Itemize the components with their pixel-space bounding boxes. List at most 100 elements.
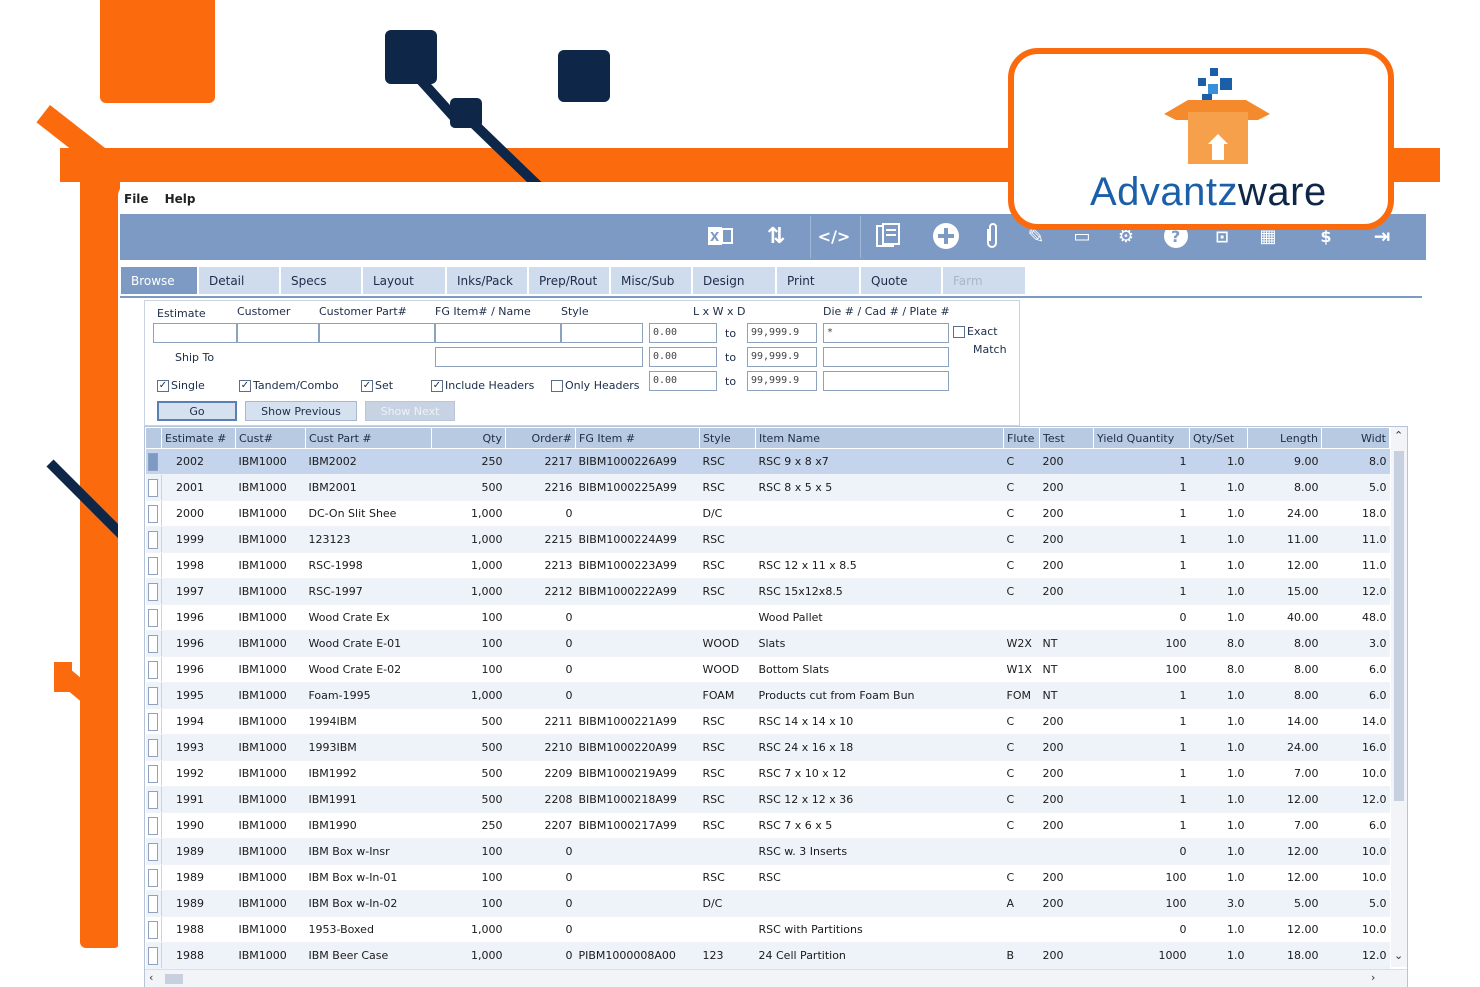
scroll-up-icon[interactable]: ⌃ <box>1394 429 1403 442</box>
customer-part-input[interactable] <box>319 323 435 343</box>
row-selector[interactable] <box>145 656 162 683</box>
go-button[interactable]: Go <box>157 401 237 421</box>
row-selector[interactable] <box>145 708 162 735</box>
cad-input[interactable] <box>823 347 949 367</box>
row-selector[interactable] <box>145 786 162 813</box>
table-row[interactable]: 1989 IBM1000 IBM Box w-Insr 100 0 RSC w. 3 In… <box>145 838 1390 865</box>
col-order[interactable]: Order# <box>505 427 576 449</box>
table-row[interactable]: 1999 IBM1000 123123 1,000 2215 BIBM1000224A99… <box>145 526 1390 553</box>
table-row[interactable]: 1996 IBM1000 Wood Crate E-01 100 0 WOOD Slats W… <box>145 630 1390 657</box>
tab-layout[interactable]: Layout <box>362 266 446 294</box>
scroll-right-icon[interactable]: › <box>1371 971 1375 984</box>
row-selector[interactable] <box>145 526 162 553</box>
tab-print[interactable]: Print <box>776 266 860 294</box>
customer-input[interactable] <box>237 323 319 343</box>
row-selector[interactable] <box>145 474 162 501</box>
table-row[interactable]: 1990 IBM1000 IBM1990 250 2207 BIBM1000217A99 R… <box>145 812 1390 839</box>
row-selector[interactable] <box>145 578 162 605</box>
table-row[interactable]: 1991 IBM1000 IBM1991 500 2208 BIBM1000218A99 R… <box>145 786 1390 813</box>
col-flute[interactable]: Flute <box>1003 427 1040 449</box>
tab-specs[interactable]: Specs <box>280 266 362 294</box>
menu-help[interactable]: Help <box>165 192 196 206</box>
single-checkbox[interactable]: ✓ Single <box>157 379 205 392</box>
col-fg-item[interactable]: FG Item # <box>575 427 700 449</box>
row-selector[interactable] <box>145 604 162 631</box>
tab-detail[interactable]: Detail <box>198 266 280 294</box>
table-row[interactable]: 2001 IBM1000 IBM2001 500 2216 BIBM1000225A99 R… <box>145 474 1390 501</box>
tab-browse[interactable]: Browse <box>120 266 198 294</box>
scroll-thumb[interactable] <box>1394 451 1404 801</box>
attach-icon[interactable] <box>976 220 1008 252</box>
table-row[interactable]: 1988 IBM1000 1953-Boxed 1,000 0 RSC with Part… <box>145 916 1390 943</box>
table-row[interactable]: 1993 IBM1000 1993IBM 500 2210 BIBM1000220A99 R… <box>145 734 1390 761</box>
tab-prep-rout[interactable]: Prep/Rout <box>528 266 610 294</box>
min-width-input[interactable]: 0.00 <box>649 347 717 367</box>
row-selector[interactable] <box>145 682 162 709</box>
table-row[interactable]: 1996 IBM1000 Wood Crate E-02 100 0 WOOD Bottom… <box>145 656 1390 683</box>
table-row[interactable]: 1994 IBM1000 1994IBM 500 2211 BIBM1000221A99 R… <box>145 708 1390 735</box>
min-length-input[interactable]: 0.00 <box>649 323 717 343</box>
menu-file[interactable]: File <box>124 192 149 206</box>
table-row[interactable]: 1995 IBM1000 Foam-1995 1,000 0 FOAM Products c… <box>145 682 1390 709</box>
style-input[interactable] <box>561 323 643 343</box>
table-row[interactable]: 1996 IBM1000 Wood Crate Ex 100 0 Wood Pallet 0… <box>145 604 1390 631</box>
col-qty-set[interactable]: Qty/Set <box>1189 427 1248 449</box>
table-row[interactable]: 2000 IBM1000 DC-On Slit Shee 1,000 0 D/C C 200 1… <box>145 500 1390 527</box>
table-row[interactable]: 1988 IBM1000 IBM Beer Case 1,000 0 PIBM100000… <box>145 942 1390 969</box>
row-selector[interactable] <box>145 760 162 787</box>
row-selector[interactable] <box>145 552 162 579</box>
max-length-input[interactable]: 99,999.9 <box>747 323 817 343</box>
table-row[interactable]: 1997 IBM1000 RSC-1997 1,000 2212 BIBM1000222A… <box>145 578 1390 605</box>
estimate-input[interactable] <box>153 323 237 343</box>
include-headers-checkbox[interactable]: ✓ Include Headers <box>431 379 534 392</box>
table-row[interactable]: 1992 IBM1000 IBM1992 500 2209 BIBM1000219A99 R… <box>145 760 1390 787</box>
tab-misc-sub[interactable]: Misc/Sub <box>610 266 692 294</box>
tab-quote[interactable]: Quote <box>860 266 942 294</box>
col-width[interactable]: Widt <box>1321 427 1390 449</box>
fg-name-input[interactable] <box>435 347 643 367</box>
table-row[interactable]: 1998 IBM1000 RSC-1998 1,000 2213 BIBM1000223A… <box>145 552 1390 579</box>
scroll-thumb-horizontal[interactable] <box>165 974 183 984</box>
table-row[interactable]: 1989 IBM1000 IBM Box w-In-01 100 0 RSC RSC C 200… <box>145 864 1390 891</box>
tandem-combo-checkbox[interactable]: ✓ Tandem/Combo <box>239 379 339 392</box>
fg-item-input[interactable] <box>435 323 561 343</box>
scroll-left-icon[interactable]: ‹ <box>149 971 153 984</box>
row-selector[interactable] <box>145 864 162 891</box>
scroll-down-icon[interactable]: ⌄ <box>1394 949 1403 962</box>
col-test[interactable]: Test <box>1039 427 1094 449</box>
col-yield-quantity[interactable]: Yield Quantity <box>1093 427 1190 449</box>
row-selector[interactable] <box>145 890 162 917</box>
col-qty[interactable]: Qty <box>431 427 506 449</box>
row-selector[interactable] <box>145 734 162 761</box>
min-depth-input[interactable]: 0.00 <box>649 371 717 391</box>
col-item-name[interactable]: Item Name <box>755 427 1004 449</box>
row-selector[interactable] <box>145 500 162 527</box>
sort-icon[interactable]: ⇅ <box>760 220 792 252</box>
excel-icon[interactable]: X <box>704 220 736 252</box>
die-input[interactable]: * <box>823 323 949 343</box>
row-selector[interactable] <box>145 812 162 839</box>
horizontal-scrollbar[interactable]: ‹ › <box>145 969 1407 987</box>
row-selector[interactable] <box>145 448 162 475</box>
tab-design[interactable]: Design <box>692 266 776 294</box>
exact-match-checkbox[interactable]: Exact <box>953 325 998 338</box>
max-depth-input[interactable]: 99,999.9 <box>747 371 817 391</box>
max-width-input[interactable]: 99,999.9 <box>747 347 817 367</box>
code-icon[interactable]: </> <box>818 220 851 252</box>
row-selector[interactable] <box>145 942 162 969</box>
notes-icon[interactable] <box>872 220 904 252</box>
table-row[interactable]: 2002 IBM1000 IBM2002 250 2217 BIBM1000226A99 R… <box>145 448 1390 475</box>
col-cust[interactable]: Cust# <box>235 427 306 449</box>
row-selector[interactable] <box>145 630 162 657</box>
col-cust-part[interactable]: Cust Part # <box>305 427 432 449</box>
row-selector[interactable] <box>145 838 162 865</box>
plate-input[interactable] <box>823 371 949 391</box>
row-selector[interactable] <box>145 916 162 943</box>
col-estimate[interactable]: Estimate # <box>161 427 236 449</box>
tab-inks-pack[interactable]: Inks/Pack <box>446 266 528 294</box>
vertical-scrollbar[interactable]: ⌃ ⌄ <box>1391 427 1407 967</box>
add-icon[interactable] <box>930 220 962 252</box>
show-previous-button[interactable]: Show Previous <box>245 401 357 421</box>
table-row[interactable]: 1989 IBM1000 IBM Box w-In-02 100 0 D/C A 200 100… <box>145 890 1390 917</box>
col-length[interactable]: Length <box>1247 427 1322 449</box>
